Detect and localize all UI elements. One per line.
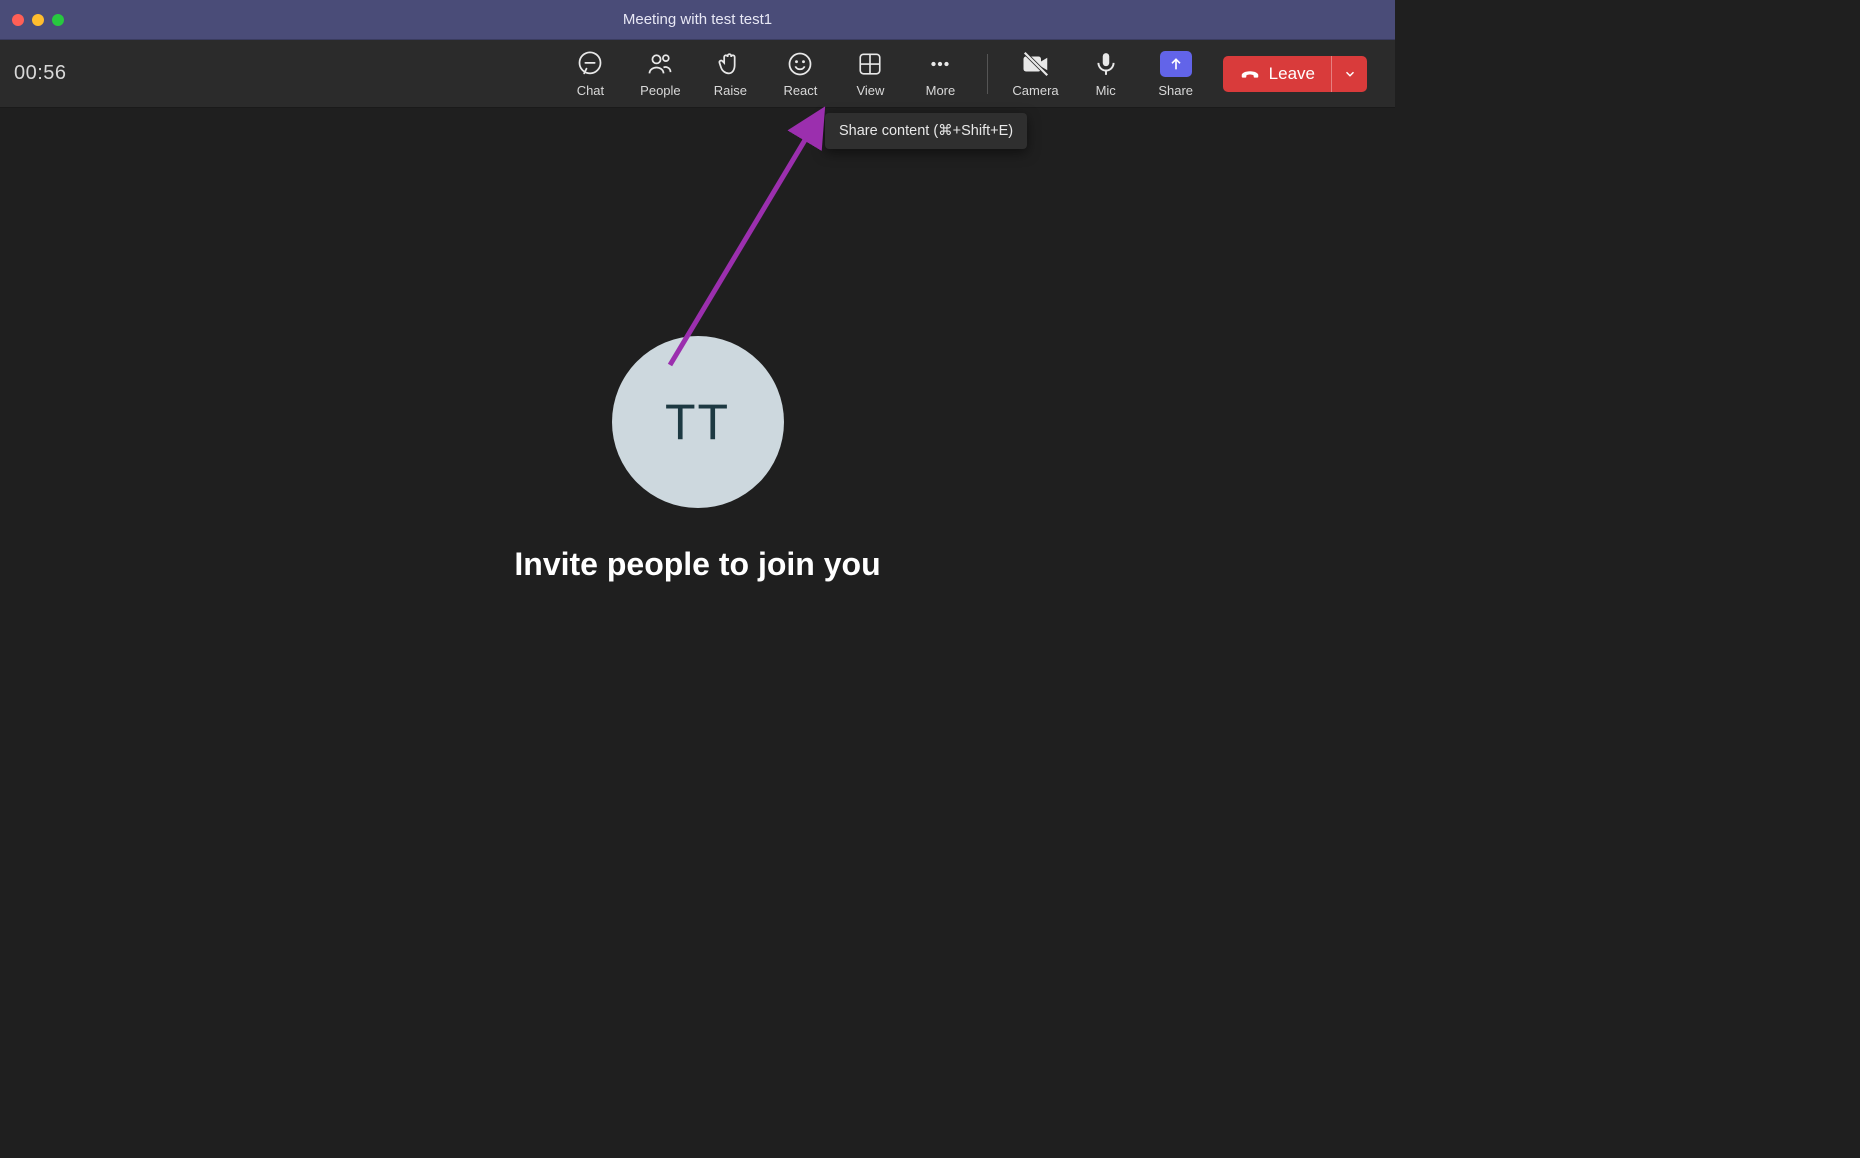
leave-label: Leave: [1269, 64, 1315, 84]
raise-hand-label: Raise: [714, 83, 747, 98]
view-label: View: [856, 83, 884, 98]
share-button[interactable]: Share: [1153, 49, 1199, 98]
camera-off-icon: [1021, 49, 1051, 79]
mic-icon: [1093, 49, 1119, 79]
raise-hand-icon: [716, 49, 744, 79]
view-button[interactable]: View: [847, 49, 893, 98]
leave-button[interactable]: Leave: [1223, 56, 1367, 92]
mic-label: Mic: [1096, 83, 1116, 98]
react-icon: [786, 49, 814, 79]
chat-icon: [576, 49, 604, 79]
window-controls: [0, 14, 64, 26]
camera-button[interactable]: Camera: [1012, 49, 1058, 98]
camera-label: Camera: [1012, 83, 1058, 98]
leave-dropdown[interactable]: [1331, 56, 1367, 92]
mic-button[interactable]: Mic: [1083, 49, 1129, 98]
participant-avatar: TT: [612, 336, 784, 508]
more-label: More: [926, 83, 956, 98]
leave-main[interactable]: Leave: [1223, 56, 1331, 92]
titlebar: Meeting with test test1: [0, 0, 1395, 40]
window-title: Meeting with test test1: [623, 11, 772, 28]
close-window-button[interactable]: [12, 14, 24, 26]
call-timer: 00:56: [14, 62, 94, 85]
minimize-window-button[interactable]: [32, 14, 44, 26]
more-icon: [927, 49, 953, 79]
chevron-down-icon: [1343, 67, 1357, 81]
view-icon: [857, 49, 883, 79]
react-label: React: [783, 83, 817, 98]
toolbar-divider: [987, 54, 988, 94]
people-button[interactable]: People: [637, 49, 683, 98]
share-tooltip: Share content (⌘+Shift+E): [825, 113, 1027, 149]
hangup-icon: [1239, 63, 1261, 85]
more-button[interactable]: More: [917, 49, 963, 98]
raise-hand-button[interactable]: Raise: [707, 49, 753, 98]
people-icon: [646, 49, 674, 79]
maximize-window-button[interactable]: [52, 14, 64, 26]
meeting-toolbar: 00:56 Chat People: [0, 40, 1395, 108]
chat-label: Chat: [577, 83, 604, 98]
invite-prompt: Invite people to join you: [514, 546, 880, 583]
react-button[interactable]: React: [777, 49, 823, 98]
chat-button[interactable]: Chat: [567, 49, 613, 98]
share-icon: [1160, 49, 1192, 79]
people-label: People: [640, 83, 680, 98]
meeting-stage: TT Invite people to join you: [0, 108, 1395, 870]
share-label: Share: [1158, 83, 1193, 98]
